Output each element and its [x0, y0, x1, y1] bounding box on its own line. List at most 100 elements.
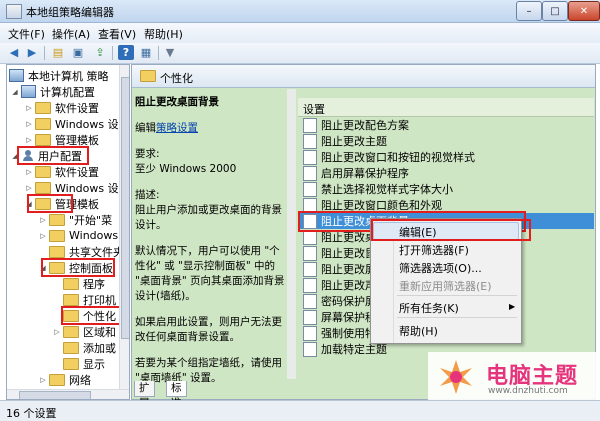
menu-action[interactable]: 操作(A) [52, 26, 90, 42]
export-list-icon[interactable]: ⇪ [92, 45, 108, 60]
menu-item-filter-options[interactable]: 筛选器选项(O)... [399, 260, 482, 276]
close-button[interactable]: ✕ [568, 1, 600, 21]
window-title: 本地组策略编辑器 [26, 6, 114, 19]
more-info-text: 若要为某个组指定墙纸，请使用 "桌面墙纸" 设置。 [135, 357, 282, 384]
list-item[interactable]: 阻止更改配色方案 [298, 117, 594, 133]
edit-policy-link[interactable]: 策略设置 [156, 122, 198, 134]
tree-item-start-menu[interactable]: ▷ "开始"菜 [39, 212, 112, 227]
menu-help[interactable]: 帮助(H) [144, 26, 183, 42]
details-header: 个性化 [132, 65, 595, 88]
policy-name: 阻止更改配色方案 [321, 119, 409, 132]
folder-icon [35, 181, 51, 194]
help-icon[interactable]: ? [118, 45, 134, 60]
scrollbar-thumb[interactable] [121, 77, 129, 339]
list-item[interactable]: 阻止更改主题 [298, 133, 594, 149]
menu-item-help[interactable]: 帮助(H) [399, 323, 438, 339]
description-scrollbar[interactable] [287, 89, 296, 379]
expand-arrow-icon[interactable]: ▷ [25, 136, 33, 144]
list-item[interactable]: 启用屏幕保护程序 [298, 165, 594, 181]
expand-arrow-icon[interactable]: ▷ [39, 376, 47, 384]
list-item[interactable]: 禁止选择视觉样式字体大小 [298, 181, 594, 197]
tree-item-software-settings[interactable]: ▷ 软件设置 [25, 164, 99, 179]
policy-description: 阻止更改桌面背景 编辑策略设置 要求: 至少 Windows 2000 描述: … [135, 95, 287, 397]
tree-item-computer-config[interactable]: ◢ 计算机配置 [11, 84, 95, 99]
tree-item-windows-settings[interactable]: ▷ Windows 设 [25, 116, 119, 131]
tree-item-admin-templates[interactable]: ▷ 管理模板 [25, 132, 99, 147]
filter-icon[interactable]: ▼ [162, 45, 178, 60]
status-text: 16 个设置 [6, 407, 57, 420]
submenu-arrow-icon: ▶ [509, 302, 516, 311]
folder-icon [140, 70, 156, 82]
folder-up-icon[interactable]: ▤ [50, 45, 66, 60]
brand-url: www.dnzhuti.com [488, 386, 568, 396]
folder-icon [63, 341, 79, 354]
annotation-box [371, 219, 531, 241]
tree-label: 添加或 [83, 341, 116, 355]
tree-item-regional[interactable]: ▷ 区域和 [53, 324, 116, 339]
folder-icon [49, 245, 65, 258]
menu-file[interactable]: 文件(F) [8, 26, 45, 42]
tree-item-programs[interactable]: 程序 [63, 276, 105, 291]
expand-arrow-icon[interactable]: ▷ [25, 168, 33, 176]
settings-column-header[interactable]: 设置 [298, 98, 594, 117]
expand-arrow-icon[interactable]: ▷ [39, 216, 47, 224]
policy-icon [303, 165, 317, 181]
folder-icon [49, 229, 65, 242]
annotation-box [61, 306, 121, 325]
expand-arrow-icon[interactable]: ▷ [25, 104, 33, 112]
expand-arrow-icon[interactable]: ▷ [25, 120, 33, 128]
tree-item-windows-components[interactable]: ▷ Windows [39, 228, 118, 243]
annotation-box [27, 194, 73, 213]
tree-label: 程序 [83, 277, 105, 291]
policy-icon [303, 293, 317, 309]
tree-item-display[interactable]: 显示 [63, 356, 105, 371]
tree-label: 软件设置 [55, 165, 99, 179]
minimize-button[interactable]: – [516, 1, 542, 21]
tree-item-network[interactable]: ▷ 网络 [39, 372, 91, 387]
policy-icon [303, 133, 317, 149]
tab-extended[interactable]: 扩展 [134, 381, 155, 409]
tree-item-root[interactable]: 本地计算机 策略 [9, 68, 109, 83]
maximize-button[interactable]: □ [542, 1, 568, 21]
folder-icon [63, 277, 79, 290]
menu-item-open-filter[interactable]: 打开筛选器(F) [399, 242, 469, 258]
policy-icon [303, 149, 317, 165]
status-bar: 16 个设置 [0, 400, 600, 421]
expand-arrow-icon[interactable]: ▷ [53, 328, 61, 336]
forward-arrow-icon[interactable]: ▶ [24, 45, 40, 60]
tree-item-printers[interactable]: 打印机 [63, 292, 116, 307]
computer-icon [21, 85, 36, 98]
requirements-label: 要求: [135, 148, 160, 160]
tree-item-windows-settings[interactable]: ▷ Windows 设 [25, 180, 119, 195]
list-item[interactable]: 阻止更改窗口和按钮的视觉样式 [298, 149, 594, 165]
description-text: 阻止用户添加或更改桌面的背景设计。 [135, 204, 282, 231]
collapse-arrow-icon[interactable]: ◢ [11, 88, 19, 96]
policy-name: 启用屏幕保护程序 [321, 167, 409, 180]
show-hide-tree-icon[interactable]: ▣ [70, 45, 86, 60]
back-arrow-icon[interactable]: ◀ [6, 45, 22, 60]
tab-standard[interactable]: 标准 [166, 381, 187, 409]
folder-icon [35, 165, 51, 178]
policy-icon [303, 325, 317, 341]
scrollbar-thumb[interactable] [19, 391, 91, 399]
tree-label: "开始"菜 [69, 213, 113, 227]
tree-item-add-remove[interactable]: 添加或 [63, 340, 116, 355]
tree-label: 软件设置 [55, 101, 99, 115]
app-icon [6, 4, 22, 19]
tree-vertical-scrollbar[interactable] [119, 65, 129, 389]
tree-label: Windows 设 [55, 117, 119, 131]
expand-arrow-icon[interactable]: ▷ [39, 232, 47, 240]
menu-view[interactable]: 查看(V) [98, 26, 136, 42]
menu-item-reapply-filter: 重新应用筛选器(E) [399, 280, 492, 293]
tree-item-shared-folders[interactable]: 共享文件夹 [49, 244, 124, 259]
tree-horizontal-scrollbar[interactable] [7, 389, 129, 399]
details-header-title: 个性化 [160, 72, 193, 85]
menu-item-all-tasks[interactable]: 所有任务(K) [399, 300, 459, 316]
policy-icon [303, 245, 317, 261]
policy-icon [303, 341, 317, 357]
default-behavior-text: 默认情况下，用户可以使用 "个性化" 或 "显示控制面板" 中的 "桌面背景" … [135, 245, 285, 302]
expand-arrow-icon[interactable]: ▷ [25, 184, 33, 192]
tree-item-software-settings[interactable]: ▷ 软件设置 [25, 100, 99, 115]
policy-icon [303, 277, 317, 293]
view-icon[interactable]: ▦ [138, 45, 154, 60]
